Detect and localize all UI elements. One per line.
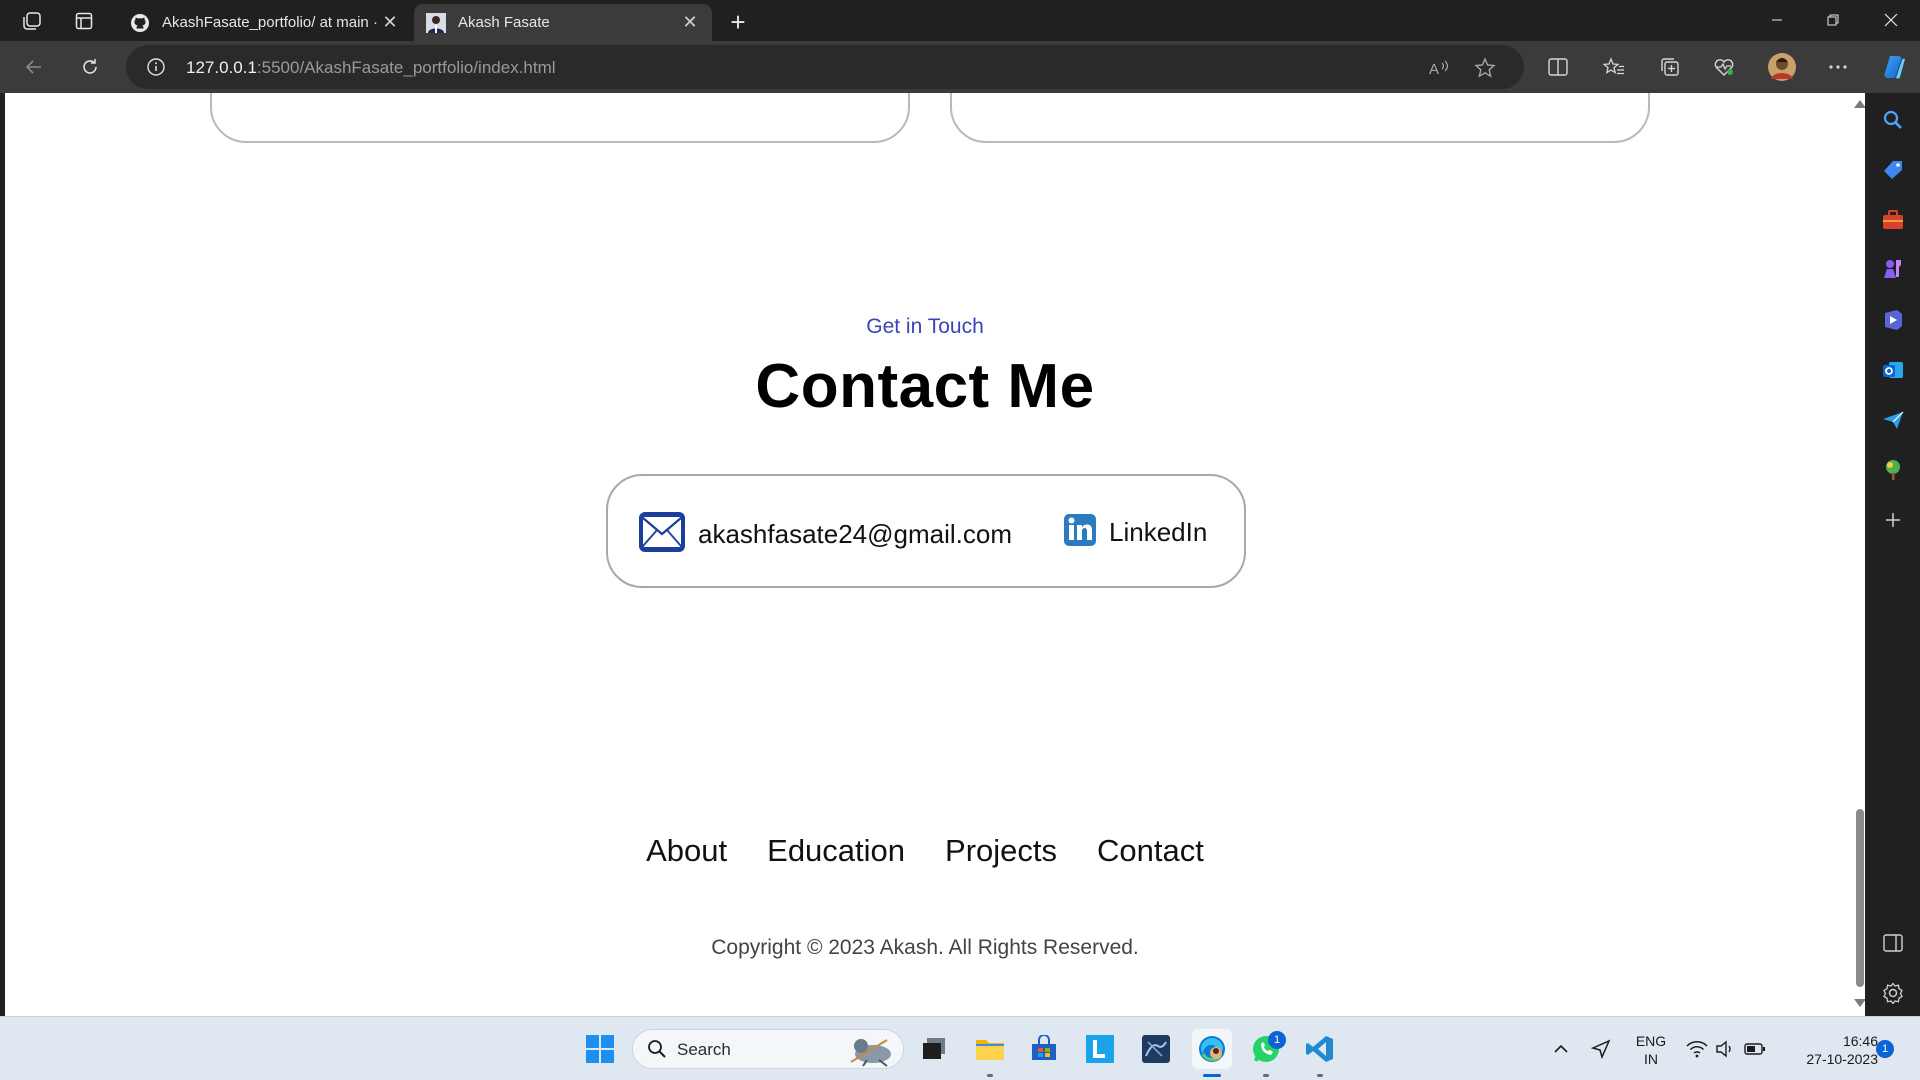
windows-taskbar: Search 1 ENG IN 16:46 27-10-2023 1 [0,1016,1920,1080]
close-tab-icon[interactable]: ✕ [680,12,700,33]
address-bar-row: 127.0.0.1:5500/AkashFasate_portfolio/ind… [0,41,1920,93]
notification-badge: 1 [1268,1031,1286,1049]
tab-title: AkashFasate_portfolio/ at main · [162,14,378,31]
profile-photo-icon [426,12,446,33]
email-address: akashfasate24@gmail.com [698,519,1012,549]
volume-icon[interactable] [1710,1031,1740,1067]
running-indicator [987,1074,993,1077]
wifi-icon[interactable] [1682,1031,1712,1067]
taskbar-search-input[interactable]: Search [632,1029,904,1069]
search-highlight-icon [843,1032,895,1072]
svg-text:A: A [1429,61,1439,78]
restore-icon[interactable] [1804,0,1862,40]
tab-title: Akash Fasate [458,14,550,31]
page-viewport: Get in Touch Contact Me akashfasate24@gm… [5,93,1865,1016]
favorite-star-icon[interactable] [1472,55,1498,81]
back-arrow-icon[interactable] [16,49,52,85]
location-arrow-icon[interactable] [1586,1031,1616,1067]
region-code: IN [1644,1051,1658,1067]
windows-start-icon[interactable] [582,1031,618,1067]
linkedin-contact[interactable]: LinkedIn [1063,510,1207,555]
search-icon [647,1039,667,1063]
email-contact[interactable]: akashfasate24@gmail.com [638,508,1012,561]
input-language[interactable]: ENG IN [1626,1032,1676,1068]
running-indicator [1263,1074,1269,1077]
section-subtitle: Get in Touch [866,315,984,338]
language-code: ENG [1635,1033,1667,1049]
file-explorer-icon[interactable] [972,1031,1008,1067]
footer-nav: About Education Projects Contact [5,833,1845,869]
address-bar[interactable]: 127.0.0.1:5500/AkashFasate_portfolio/ind… [126,45,1524,89]
microsoft-store-icon[interactable] [1026,1031,1062,1067]
clock[interactable]: 16:46 27-10-2023 [1782,1032,1878,1068]
notification-center-badge[interactable]: 1 [1876,1040,1894,1058]
url-path: :5500/AkashFasate_portfolio/index.html [256,58,556,77]
active-app-indicator [1203,1074,1221,1077]
add-icon[interactable] [1878,505,1908,535]
tab-strip: AkashFasate_portfolio/ at main · ✕ Akash… [0,0,1920,41]
previous-section-card [210,93,910,143]
edge-browser-icon[interactable] [1192,1029,1232,1069]
l-app-icon[interactable] [1082,1031,1118,1067]
running-indicator [1317,1074,1323,1077]
collections-icon[interactable] [1652,49,1688,85]
copyright-text: Copyright © 2023 Akash. All Rights Reser… [711,936,1139,959]
section-heading: Contact Me [755,352,1095,421]
footer-link-about[interactable]: About [646,833,727,869]
close-window-icon[interactable] [1862,0,1920,40]
previous-section-card [950,93,1650,143]
task-view-icon[interactable] [916,1031,952,1067]
refresh-icon[interactable] [72,49,108,85]
url-text: 127.0.0.1:5500/AkashFasate_portfolio/ind… [186,58,556,78]
close-tab-icon[interactable]: ✕ [380,12,400,33]
tools-briefcase-icon[interactable] [1878,205,1908,235]
footer-link-contact[interactable]: Contact [1097,833,1204,869]
more-options-icon[interactable] [1820,49,1856,85]
battery-icon[interactable] [1740,1031,1770,1067]
scrollbar-thumb[interactable] [1856,809,1864,987]
linkedin-label: LinkedIn [1109,517,1208,547]
shopping-tag-icon[interactable] [1878,155,1908,185]
search-placeholder: Search [677,1040,731,1059]
send-icon[interactable] [1878,405,1908,435]
copilot-icon[interactable] [1876,50,1910,84]
search-icon[interactable] [1878,105,1908,135]
minimize-icon[interactable] [1748,0,1806,40]
github-icon [130,13,150,33]
new-tab-button[interactable]: + [720,4,756,40]
browser-essentials-icon[interactable] [1706,49,1742,85]
linkedin-icon [1063,510,1097,555]
clock-time: 16:46 [1842,1033,1878,1049]
chevron-up-icon[interactable] [1546,1031,1576,1067]
url-host: 127.0.0.1 [186,58,257,77]
read-aloud-icon[interactable]: A [1426,55,1452,81]
hide-sidebar-icon[interactable] [1878,928,1908,958]
vscode-icon[interactable] [1302,1031,1338,1067]
scroll-down-arrow-icon[interactable] [1854,999,1865,1007]
workspaces-icon[interactable] [14,3,50,39]
games-icon[interactable] [1878,253,1908,283]
mysql-workbench-icon[interactable] [1138,1031,1174,1067]
settings-gear-icon[interactable] [1878,978,1908,1008]
scroll-up-arrow-icon[interactable] [1854,100,1865,108]
edge-sidebar [1866,93,1920,1016]
tree-icon[interactable] [1878,455,1908,485]
outlook-icon[interactable] [1878,355,1908,385]
site-info-icon[interactable] [146,57,166,77]
profile-avatar[interactable] [1764,49,1800,85]
mail-icon [638,508,686,561]
favorites-icon[interactable] [1596,49,1632,85]
tab-actions-icon[interactable] [66,3,102,39]
clock-date: 27-10-2023 [1806,1051,1878,1067]
microsoft-365-icon[interactable] [1878,305,1908,335]
split-screen-icon[interactable] [1540,49,1576,85]
tab-akash-fasate[interactable]: Akash Fasate ✕ [414,4,712,41]
tab-github[interactable]: AkashFasate_portfolio/ at main · ✕ [118,4,412,41]
footer-link-projects[interactable]: Projects [945,833,1057,869]
footer-link-education[interactable]: Education [767,833,905,869]
contact-info-box: akashfasate24@gmail.com LinkedIn [606,474,1246,588]
